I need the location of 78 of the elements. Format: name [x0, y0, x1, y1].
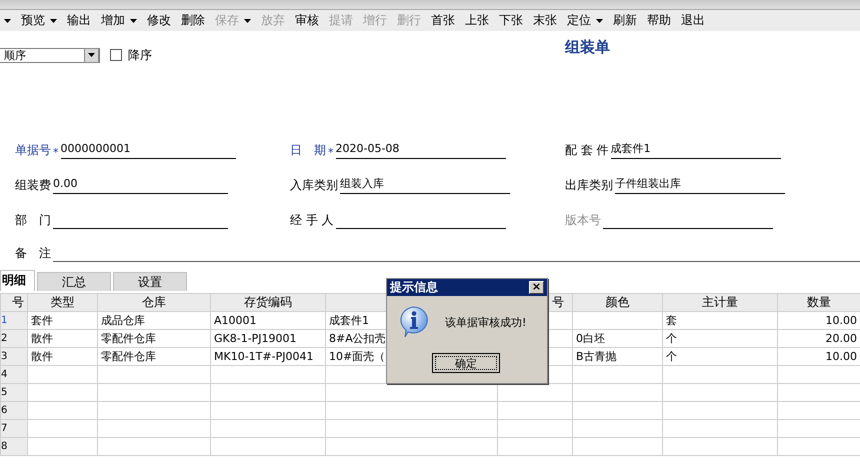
- toolbar-button[interactable]: 下张: [499, 12, 523, 29]
- row-number: 8: [0, 438, 28, 456]
- toolbar-button[interactable]: 审核: [295, 12, 319, 29]
- tab[interactable]: 汇总: [37, 272, 111, 291]
- toolbar-button[interactable]: 末张: [533, 12, 557, 29]
- table-cell: MK10-1T#-PJ0041: [210, 348, 326, 366]
- field-label: 经 手 人: [290, 212, 334, 229]
- sort-dropdown[interactable]: 顺序: [0, 48, 100, 62]
- column-header: 存货编码: [210, 294, 326, 312]
- input-field[interactable]: 0.00: [53, 177, 228, 194]
- checkbox-label: 降序: [128, 46, 152, 64]
- tab[interactable]: 设置: [113, 272, 187, 291]
- toolbar-button[interactable]: 输出: [67, 12, 91, 29]
- input-field[interactable]: 组装入库: [340, 177, 510, 194]
- dropdown-caret-icon[interactable]: [4, 18, 11, 22]
- dropdown-caret-icon[interactable]: [130, 18, 137, 22]
- row-number: 4: [0, 366, 28, 384]
- field-label: 出库类别: [565, 177, 613, 194]
- table-cell: A10001: [210, 312, 326, 330]
- toolbar-button[interactable]: 首张: [431, 12, 455, 29]
- input-field[interactable]: 成套件1: [610, 142, 781, 159]
- table-cell: 成品仓库: [98, 312, 210, 330]
- row-number: 5: [0, 384, 28, 402]
- toolbar-button[interactable]: 帮助: [647, 12, 671, 29]
- table-cell: 散件: [28, 330, 98, 348]
- form-title: 组装单: [565, 38, 610, 56]
- table-cell: B古青抛: [572, 348, 662, 366]
- toolbar-button[interactable]: 修改: [147, 12, 171, 29]
- column-header: 主计量: [662, 294, 778, 312]
- row-number: 2: [0, 330, 28, 348]
- column-header: 仓库: [98, 294, 210, 312]
- table-cell: 0白坯: [572, 330, 662, 348]
- table-cell: 个: [662, 348, 778, 366]
- field-label: 日 期: [290, 142, 326, 159]
- ok-button[interactable]: 确定: [432, 353, 500, 373]
- field-label: 入库类别: [290, 177, 338, 194]
- toolbar-button[interactable]: 退出: [681, 12, 705, 29]
- table-cell: 套: [662, 312, 778, 330]
- dropdown-caret-icon[interactable]: [50, 18, 57, 22]
- toolbar-button[interactable]: 上张: [465, 12, 489, 29]
- close-button[interactable]: ×: [529, 281, 544, 294]
- toolbar-button[interactable]: 增加: [101, 12, 125, 29]
- input-field[interactable]: 2020-05-08: [336, 142, 506, 159]
- field-label: 版本号: [565, 212, 601, 229]
- input-field[interactable]: 0000000001: [60, 142, 236, 159]
- column-header: 数量: [778, 294, 860, 312]
- field-label: 配 套 件: [565, 142, 609, 159]
- required-mark: *: [328, 146, 334, 159]
- table-cell: 散件: [28, 348, 98, 366]
- toolbar-button[interactable]: 删除: [181, 12, 205, 29]
- row-number: 3: [0, 348, 28, 366]
- field-label: 组装费: [15, 177, 51, 194]
- field-label: 备 注: [15, 245, 51, 262]
- info-icon: [399, 306, 429, 338]
- field-label: 单据号: [15, 142, 51, 159]
- dropdown-button[interactable]: [84, 48, 99, 62]
- toolbar-button[interactable]: 刷新: [613, 12, 637, 29]
- toolbar-button[interactable]: 预览: [21, 12, 45, 29]
- toolbar-button[interactable]: 定位: [567, 12, 591, 29]
- table-cell: 零配件仓库: [98, 348, 210, 366]
- dialog-title: 提示信息: [390, 279, 438, 296]
- row-number: 1: [0, 312, 28, 330]
- caret-icon: [88, 53, 95, 57]
- tab[interactable]: 明细: [0, 270, 35, 291]
- row-number: 7: [0, 420, 28, 438]
- input-field[interactable]: 子件组装出库: [615, 177, 785, 194]
- column-header: 号: [0, 294, 28, 312]
- field-label: 部 门: [15, 212, 51, 229]
- table-cell: 套件: [28, 312, 98, 330]
- table-cell: GK8-1-PJ19001: [210, 330, 326, 348]
- column-header: 颜色: [572, 294, 662, 312]
- dropdown-caret-icon[interactable]: [596, 18, 603, 22]
- required-mark: *: [53, 146, 58, 159]
- table-cell: 零配件仓库: [98, 330, 210, 348]
- row-number: 6: [0, 402, 28, 420]
- checkbox[interactable]: [110, 49, 122, 61]
- column-header: 类型: [28, 294, 98, 312]
- table-cell: 个: [662, 330, 778, 348]
